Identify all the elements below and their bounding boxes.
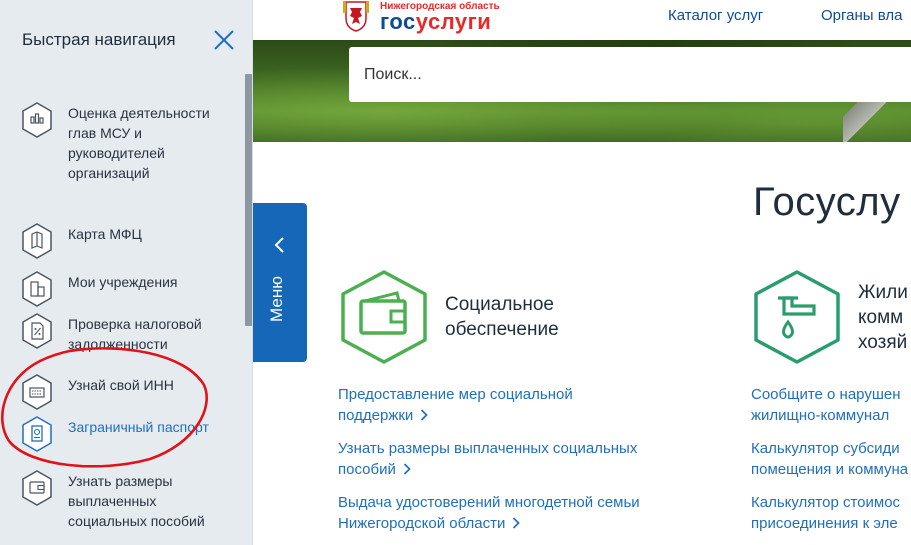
link-social-support[interactable]: Предоставление мер социальной поддержки (338, 384, 573, 426)
sidebar-item-inn[interactable]: Узнай свой ИНН (20, 374, 235, 411)
wallet-icon (22, 470, 52, 506)
link-large-family-certificate[interactable]: Выдача удостоверений многодетной семьи Н… (338, 492, 640, 534)
building-icon (22, 271, 52, 307)
menu-label: Меню (267, 276, 286, 322)
sidebar-item-social-benefits[interactable]: Узнать размеры выплаченных социальных по… (20, 470, 235, 531)
search-input[interactable] (349, 47, 911, 102)
passport-icon (22, 416, 52, 452)
map-icon (22, 223, 52, 259)
sidebar-item-label: Карта МФЦ (68, 226, 142, 242)
rating-icon (22, 102, 52, 138)
sidebar-item-label: Оценка деятельности глав МСУ и руководит… (68, 105, 210, 181)
link-benefit-amounts[interactable]: Узнать размеры выплаченных социальных по… (338, 438, 637, 480)
sidebar-item-my-institutions[interactable]: Мои учреждения (20, 271, 235, 308)
sidebar-title: Быстрая навигация (22, 30, 176, 49)
sidebar-item-label: Узнай свой ИНН (68, 377, 174, 393)
chevron-right-icon (403, 463, 411, 475)
search-box (349, 47, 911, 102)
chevron-left-icon (274, 237, 284, 253)
category-title-housing[interactable]: Жили комм хозяй (858, 280, 908, 355)
logo-brand: госуслуги (380, 9, 492, 34)
sidebar-item-mfc-map[interactable]: Карта МФЦ (20, 223, 235, 260)
region-emblem-icon (343, 1, 369, 32)
id-card-icon (22, 374, 52, 410)
sidebar-item-label: Проверка налоговой задолженности (68, 316, 202, 352)
page-title: Госуслу (753, 180, 901, 224)
category-title-social[interactable]: Социальное обеспечение (445, 292, 559, 342)
quick-nav-sidebar: Быстрая навигация Оценка деятельности гл… (0, 0, 253, 545)
nav-authorities[interactable]: Органы вла (821, 7, 902, 24)
tax-document-icon (22, 313, 52, 349)
link-housing-violation[interactable]: Сообщите о нарушен жилищно-коммунал (751, 384, 901, 426)
sidebar-item-label: Мои учреждения (68, 274, 178, 290)
menu-toggle-tab[interactable]: Меню (253, 203, 307, 362)
chevron-right-icon (513, 517, 521, 529)
gosuslugi-logo[interactable]: Нижегородская область госуслуги (338, 0, 500, 34)
link-connection-cost-calculator[interactable]: Калькулятор стоимос присоединения к эле (751, 492, 900, 534)
sidebar-item-label: Узнать размеры выплаченных социальных по… (68, 473, 205, 529)
sidebar-scrollbar[interactable] (245, 74, 252, 326)
wallet-icon (341, 270, 427, 364)
link-subsidy-calculator[interactable]: Калькулятор субсиди помещения и коммуна (751, 438, 908, 480)
sidebar-item-label: Заграничный паспорт (68, 419, 209, 435)
sidebar-item-msu-rating[interactable]: Оценка деятельности глав МСУ и руководит… (20, 102, 235, 183)
sidebar-item-tax-debt[interactable]: Проверка налоговой задолженности (20, 313, 235, 354)
close-icon[interactable] (212, 28, 236, 52)
water-tap-icon (754, 270, 840, 364)
chevron-right-icon (421, 409, 429, 421)
nav-service-catalog[interactable]: Каталог услуг (668, 7, 763, 24)
sidebar-item-foreign-passport[interactable]: Заграничный паспорт (20, 416, 235, 453)
